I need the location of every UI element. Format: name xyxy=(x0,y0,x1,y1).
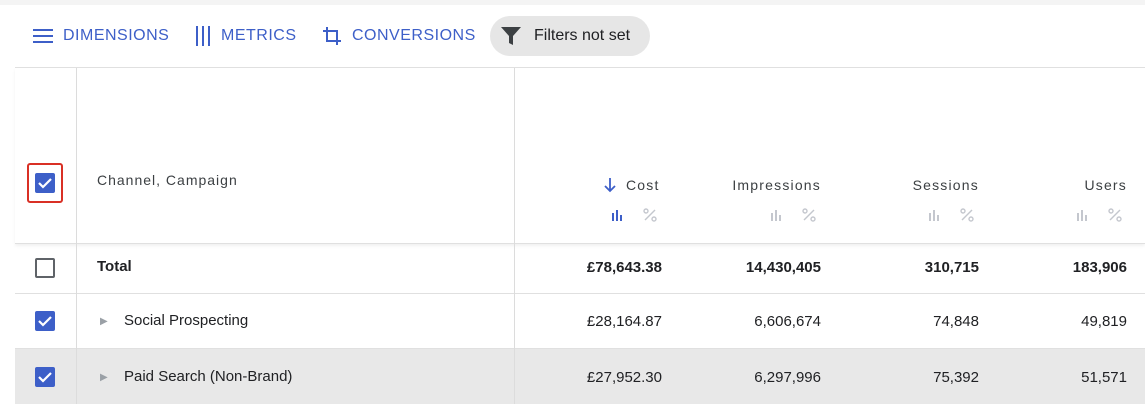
caret-right-icon[interactable]: ▶ xyxy=(100,372,108,383)
bar-chart-icon[interactable] xyxy=(928,209,940,221)
table-total-row: Total £78,643.38 14,430,405 310,715 183,… xyxy=(15,244,1145,294)
total-impressions: 14,430,405 xyxy=(745,259,821,276)
row-sessions: 74,848 xyxy=(933,313,979,330)
total-users: 183,906 xyxy=(1072,259,1127,276)
table-row[interactable]: ▶ Social Prospecting £28,164.87 6,606,67… xyxy=(15,294,1145,349)
percent-icon[interactable] xyxy=(1108,208,1122,222)
row-cost: £28,164.87 xyxy=(586,313,662,330)
percent-icon[interactable] xyxy=(643,208,657,222)
dimension-header[interactable]: Channel, Campaign xyxy=(97,172,238,188)
users-display-toggles xyxy=(1076,208,1122,222)
conversions-label: CONVERSIONS xyxy=(352,27,476,44)
select-all-checkbox[interactable] xyxy=(35,173,55,193)
metrics-button[interactable]: METRICS xyxy=(195,25,297,47)
percent-icon[interactable] xyxy=(802,208,816,222)
filter-funnel-icon xyxy=(501,27,521,45)
bar-chart-icon[interactable] xyxy=(770,209,782,221)
vertical-bars-icon xyxy=(196,26,210,46)
checkmark-icon xyxy=(38,316,52,327)
percent-icon[interactable] xyxy=(960,208,974,222)
bar-chart-icon[interactable] xyxy=(611,209,623,221)
row-label: Social Prospecting xyxy=(124,312,249,329)
sessions-display-toggles xyxy=(928,208,974,222)
row-users: 49,819 xyxy=(1081,313,1127,330)
table-row[interactable]: ▶ Paid Search (Non-Brand) £27,952.30 6,2… xyxy=(15,349,1145,404)
cost-display-toggles xyxy=(611,208,657,222)
column-divider xyxy=(514,68,515,404)
column-divider xyxy=(76,68,77,404)
arrow-down-icon xyxy=(604,178,616,193)
total-label: Total xyxy=(97,258,132,275)
caret-right-icon[interactable]: ▶ xyxy=(100,316,108,327)
metrics-label: METRICS xyxy=(221,27,297,44)
row-checkbox[interactable] xyxy=(35,311,55,331)
menu-lines-icon xyxy=(33,29,53,43)
column-header-sessions[interactable]: Sessions xyxy=(913,177,979,193)
dimensions-label: DIMENSIONS xyxy=(63,27,170,44)
checkmark-icon xyxy=(38,178,52,189)
cost-header-label: Cost xyxy=(626,177,660,193)
column-header-cost[interactable]: Cost xyxy=(603,177,660,193)
row-cost: £27,952.30 xyxy=(586,369,662,386)
crop-icon xyxy=(323,27,341,45)
filter-chip[interactable]: Filters not set xyxy=(490,16,650,56)
row-checkbox[interactable] xyxy=(35,367,55,387)
row-impressions: 6,297,996 xyxy=(754,369,821,386)
row-label: Paid Search (Non-Brand) xyxy=(124,368,293,385)
total-row-checkbox[interactable] xyxy=(35,258,55,278)
toolbar: DIMENSIONS METRICS CONVERSIONS Filters n… xyxy=(0,5,1145,67)
impressions-display-toggles xyxy=(770,208,816,222)
row-impressions: 6,606,674 xyxy=(754,313,821,330)
checkmark-icon xyxy=(38,372,52,383)
total-sessions: 310,715 xyxy=(924,259,979,276)
dimensions-button[interactable]: DIMENSIONS xyxy=(33,25,169,47)
table-header-row: Channel, Campaign Cost Impressions Sessi… xyxy=(15,68,1145,244)
row-sessions: 75,392 xyxy=(933,369,979,386)
total-cost: £78,643.38 xyxy=(586,259,662,276)
row-users: 51,571 xyxy=(1081,369,1127,386)
conversions-button[interactable]: CONVERSIONS xyxy=(322,25,476,47)
filter-label: Filters not set xyxy=(534,27,631,44)
data-table: Channel, Campaign Cost Impressions Sessi… xyxy=(15,67,1145,404)
bar-chart-icon[interactable] xyxy=(1076,209,1088,221)
column-header-users[interactable]: Users xyxy=(1084,177,1127,193)
column-header-impressions[interactable]: Impressions xyxy=(732,177,821,193)
